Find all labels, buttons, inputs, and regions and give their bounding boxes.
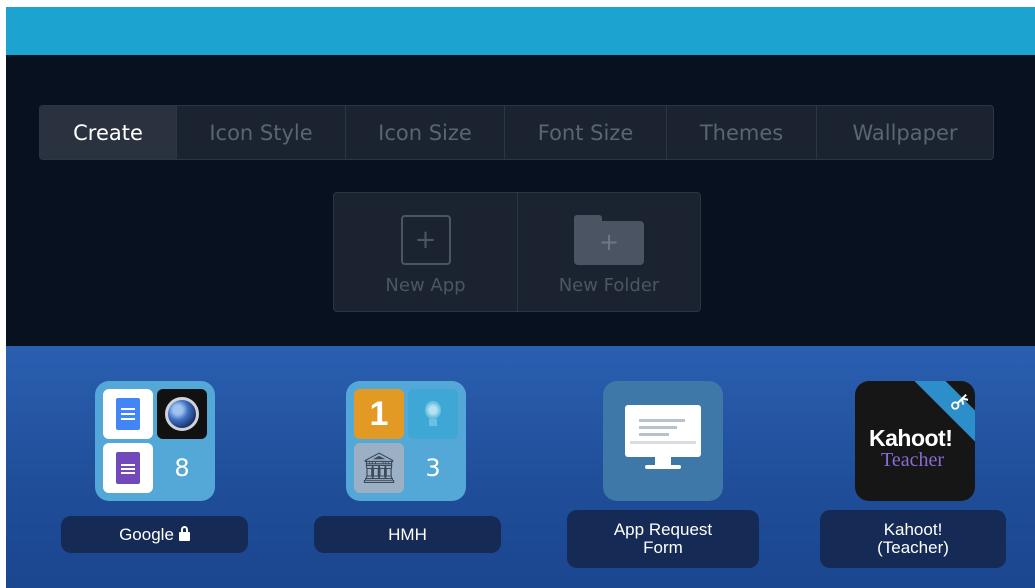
app-request-label-line1: App Request bbox=[613, 520, 713, 540]
kahoot-label-line1: Kahoot! bbox=[883, 520, 943, 540]
folder-count: 3 bbox=[425, 454, 441, 482]
kahoot-teacher-tile[interactable]: ⚷ Kahoot! Teacher bbox=[855, 381, 975, 501]
google-earth-icon bbox=[157, 389, 207, 439]
new-folder-label: New Folder bbox=[558, 275, 660, 296]
google-label-text: Google bbox=[119, 524, 174, 544]
kahoot-teacher-label[interactable]: Kahoot! (Teacher) bbox=[820, 510, 1006, 568]
kahoot-logo-sub: Teacher bbox=[881, 449, 944, 471]
tab-font-size[interactable]: Font Size bbox=[505, 106, 667, 159]
tab-themes[interactable]: Themes bbox=[667, 106, 817, 159]
customize-tabs: Create Icon Style Icon Size Font Size Th… bbox=[39, 105, 994, 160]
app-request-form-label[interactable]: App Request Form bbox=[567, 510, 759, 568]
app-request-form-tile[interactable] bbox=[603, 381, 723, 501]
monitor-icon bbox=[625, 405, 701, 457]
create-options: + New App + New Folder bbox=[333, 192, 701, 312]
museum-icon: 🏛 bbox=[354, 443, 404, 493]
folder-count: 8 bbox=[174, 454, 190, 482]
lock-icon bbox=[178, 525, 190, 541]
tab-icon-style[interactable]: Icon Style bbox=[177, 106, 346, 159]
one-icon: 1 bbox=[354, 389, 404, 439]
new-app-label: New App bbox=[385, 275, 466, 296]
google-folder-label[interactable]: Google bbox=[61, 516, 248, 553]
google-folder-tile[interactable]: 8 bbox=[95, 381, 215, 501]
tab-create[interactable]: Create bbox=[40, 106, 177, 159]
new-app-button[interactable]: + New App bbox=[334, 193, 517, 311]
google-docs-icon bbox=[103, 389, 153, 439]
folder-plus-icon: + bbox=[574, 215, 644, 265]
tab-wallpaper[interactable]: Wallpaper bbox=[817, 106, 993, 159]
kahoot-label-line2: (Teacher) bbox=[877, 538, 949, 557]
google-forms-icon bbox=[103, 443, 153, 493]
tab-icon-size[interactable]: Icon Size bbox=[346, 106, 505, 159]
hmh-folder-tile[interactable]: 1 🏛 3 bbox=[346, 381, 466, 501]
plus-square-icon: + bbox=[400, 215, 451, 265]
top-bar bbox=[6, 7, 1035, 55]
new-folder-button[interactable]: + New Folder bbox=[517, 193, 700, 311]
lightbulb-icon bbox=[408, 389, 458, 439]
kahoot-logo-text: Kahoot! bbox=[869, 425, 953, 451]
hmh-folder-label[interactable]: HMH bbox=[314, 516, 501, 553]
app-request-label-line2: Form bbox=[643, 538, 683, 557]
